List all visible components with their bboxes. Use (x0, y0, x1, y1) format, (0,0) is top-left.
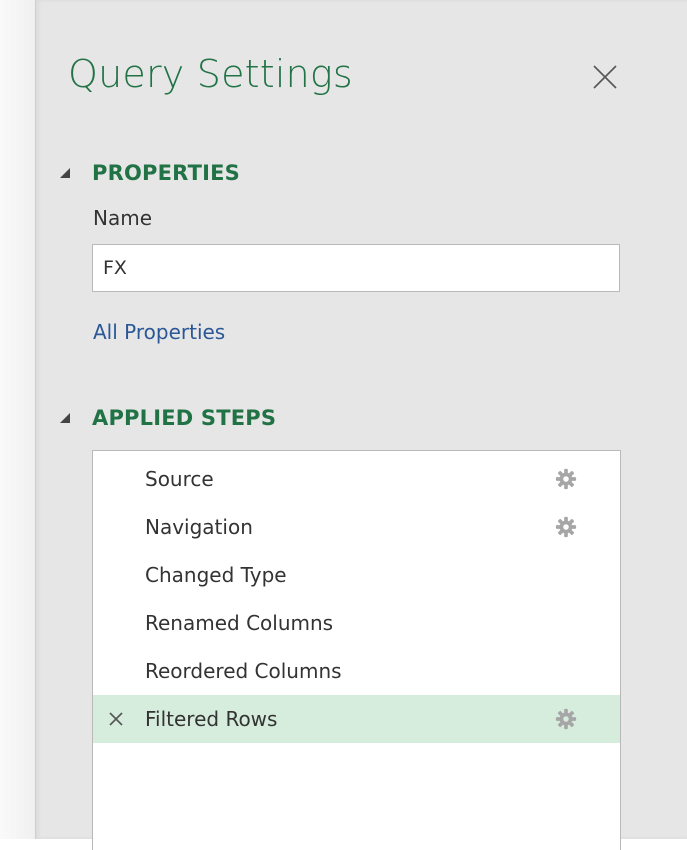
query-name-input[interactable] (92, 244, 620, 292)
applied-steps-section-toggle[interactable]: APPLIED STEPS (58, 403, 276, 433)
step-changed-type[interactable]: Changed Type (93, 551, 620, 599)
step-label: Filtered Rows (145, 707, 278, 731)
step-label: Reordered Columns (145, 659, 342, 683)
close-icon (593, 65, 617, 89)
delete-step-icon[interactable] (108, 711, 124, 727)
applied-steps-list: Source Navigation Changed Type Renamed C… (92, 450, 621, 850)
window-frame: Query Settings PROPERTIES Name All Prope… (0, 0, 687, 850)
workspace-edge (0, 0, 35, 839)
gear-icon[interactable] (555, 708, 577, 730)
step-navigation[interactable]: Navigation (93, 503, 620, 551)
properties-section-toggle[interactable]: PROPERTIES (58, 158, 240, 188)
close-button[interactable] (588, 60, 622, 94)
step-label: Navigation (145, 515, 253, 539)
pane-title: Query Settings (68, 52, 353, 96)
step-label: Source (145, 467, 214, 491)
applied-steps-header: APPLIED STEPS (92, 406, 277, 430)
step-reordered-columns[interactable]: Reordered Columns (93, 647, 620, 695)
gear-icon[interactable] (555, 468, 577, 490)
name-label: Name (93, 206, 153, 230)
step-label: Changed Type (145, 563, 287, 587)
all-properties-link[interactable]: All Properties (93, 320, 225, 344)
collapse-triangle-icon (60, 413, 70, 423)
step-filtered-rows[interactable]: Filtered Rows (93, 695, 620, 743)
properties-header: PROPERTIES (92, 161, 240, 185)
collapse-triangle-icon (60, 168, 70, 178)
step-source[interactable]: Source (93, 455, 620, 503)
gear-icon[interactable] (555, 516, 577, 538)
step-label: Renamed Columns (145, 611, 334, 635)
step-renamed-columns[interactable]: Renamed Columns (93, 599, 620, 647)
